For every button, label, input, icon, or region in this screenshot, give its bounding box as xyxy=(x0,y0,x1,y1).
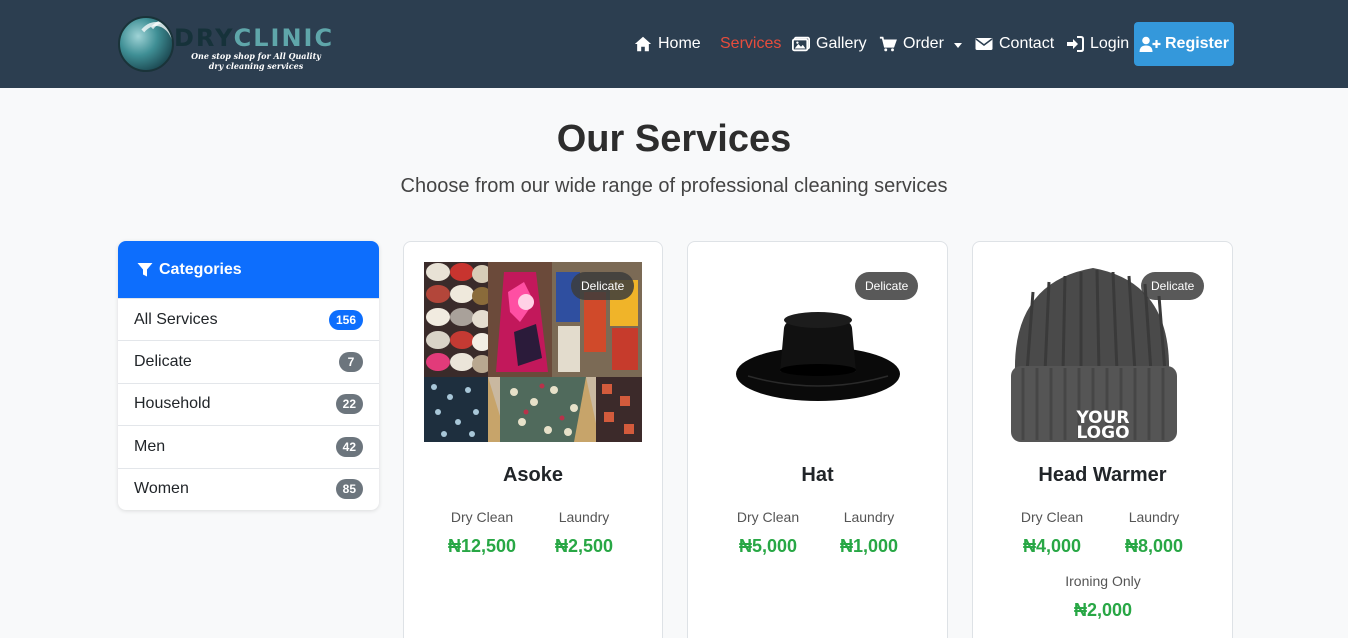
price-label: Laundry xyxy=(558,509,610,525)
price-dry-clean: Dry Clean ₦12,500 xyxy=(442,507,522,559)
nav-contact-label: Contact xyxy=(999,35,1055,52)
price-label: Dry Clean xyxy=(736,509,800,525)
category-label: Women xyxy=(134,480,189,498)
beanie-print-line2: LOGO xyxy=(1076,423,1129,442)
service-title: Head Warmer xyxy=(1038,464,1167,486)
price-value: ₦1,000 xyxy=(839,536,899,556)
price-value: ₦2,500 xyxy=(554,536,614,556)
price-label: Dry Clean xyxy=(1020,509,1084,525)
price-label: Dry Clean xyxy=(450,509,514,525)
price-laundry: Laundry ₦2,500 xyxy=(544,507,624,559)
user-plus-icon xyxy=(1139,36,1161,52)
category-label: Household xyxy=(134,395,211,413)
price-laundry: Laundry ₦8,000 xyxy=(1114,507,1194,559)
service-card-hat[interactable]: Delicate Hat Dry Clean ₦5,000 Laundry ₦1… xyxy=(687,241,948,638)
price-ironing-only: Ironing Only ₦2,000 xyxy=(1053,571,1153,623)
price-laundry: Laundry ₦1,000 xyxy=(829,507,909,559)
filter-icon xyxy=(137,262,153,276)
brand-tagline: One stop shop for All Quality dry cleani… xyxy=(191,51,321,71)
chevron-down-icon xyxy=(953,42,962,48)
envelope-icon xyxy=(975,38,993,50)
nav-gallery[interactable]: Gallery xyxy=(792,22,867,66)
nav-order-label: Order xyxy=(903,35,944,52)
category-women[interactable]: Women 85 xyxy=(118,467,379,510)
categories-title: Categories xyxy=(159,260,242,278)
delicate-badge: Delicate xyxy=(855,272,919,300)
register-label: Register xyxy=(1164,35,1230,52)
price-dry-clean: Dry Clean ₦5,000 xyxy=(728,507,808,559)
nav-login[interactable]: Login xyxy=(1066,22,1129,66)
category-count-badge: 156 xyxy=(328,309,363,330)
category-label: Men xyxy=(134,437,166,455)
page-subtitle: Choose from our wide range of profession… xyxy=(400,175,948,197)
category-men[interactable]: Men 42 xyxy=(118,425,379,467)
price-label: Laundry xyxy=(843,509,895,525)
nav-contact[interactable]: Contact xyxy=(975,22,1054,66)
price-label: Laundry xyxy=(1128,509,1180,525)
price-value: ₦2,000 xyxy=(1073,600,1133,620)
nav-login-label: Login xyxy=(1090,35,1130,52)
price-label: Ironing Only xyxy=(1065,573,1141,589)
service-card-head-warmer[interactable]: YOUR LOGO Delicate Head Warmer Dry Clean… xyxy=(972,241,1233,638)
service-title: Hat xyxy=(801,464,834,486)
sign-in-icon xyxy=(1067,36,1084,52)
price-value: ₦5,000 xyxy=(738,536,798,556)
category-count-badge: 85 xyxy=(335,479,363,500)
home-icon xyxy=(634,36,652,52)
category-count-badge: 22 xyxy=(335,394,363,415)
delicate-badge: Delicate xyxy=(571,272,635,300)
price-value: ₦8,000 xyxy=(1124,536,1184,556)
register-button[interactable]: Register xyxy=(1134,22,1234,66)
nav-services[interactable]: Services xyxy=(720,22,781,66)
cart-icon xyxy=(879,36,897,52)
page-title: Our Services xyxy=(556,118,792,160)
nav-home-label: Home xyxy=(658,35,701,52)
categories-panel: Categories All Services 156 Delicate 7 H… xyxy=(118,241,379,510)
brand-logo[interactable]: DRYCLINIC One stop shop for All Quality … xyxy=(118,15,333,75)
category-delicate[interactable]: Delicate 7 xyxy=(118,340,379,382)
price-value: ₦4,000 xyxy=(1022,536,1082,556)
category-label: Delicate xyxy=(134,353,192,371)
categories-header: Categories xyxy=(118,241,379,298)
brand-name: DRYCLINIC xyxy=(174,24,335,52)
category-all-services[interactable]: All Services 156 xyxy=(118,298,379,340)
price-value: ₦12,500 xyxy=(447,536,517,556)
nav-order-dropdown[interactable]: Order xyxy=(879,22,962,66)
navbar: DRYCLINIC One stop shop for All Quality … xyxy=(0,0,1348,88)
service-title: Asoke xyxy=(502,464,564,486)
delicate-badge: Delicate xyxy=(1141,272,1205,300)
category-count-badge: 7 xyxy=(339,352,363,373)
price-dry-clean: Dry Clean ₦4,000 xyxy=(1012,507,1092,559)
nav-services-label: Services xyxy=(720,35,782,52)
category-label: All Services xyxy=(134,310,218,328)
service-card-asoke[interactable]: Delicate Asoke Dry Clean ₦12,500 Laundry… xyxy=(403,241,663,638)
category-count-badge: 42 xyxy=(335,436,363,457)
nav-home[interactable]: Home xyxy=(634,22,701,66)
category-household[interactable]: Household 22 xyxy=(118,382,379,425)
logo-emblem xyxy=(118,16,174,72)
images-icon xyxy=(792,36,810,52)
nav-gallery-label: Gallery xyxy=(816,35,867,52)
